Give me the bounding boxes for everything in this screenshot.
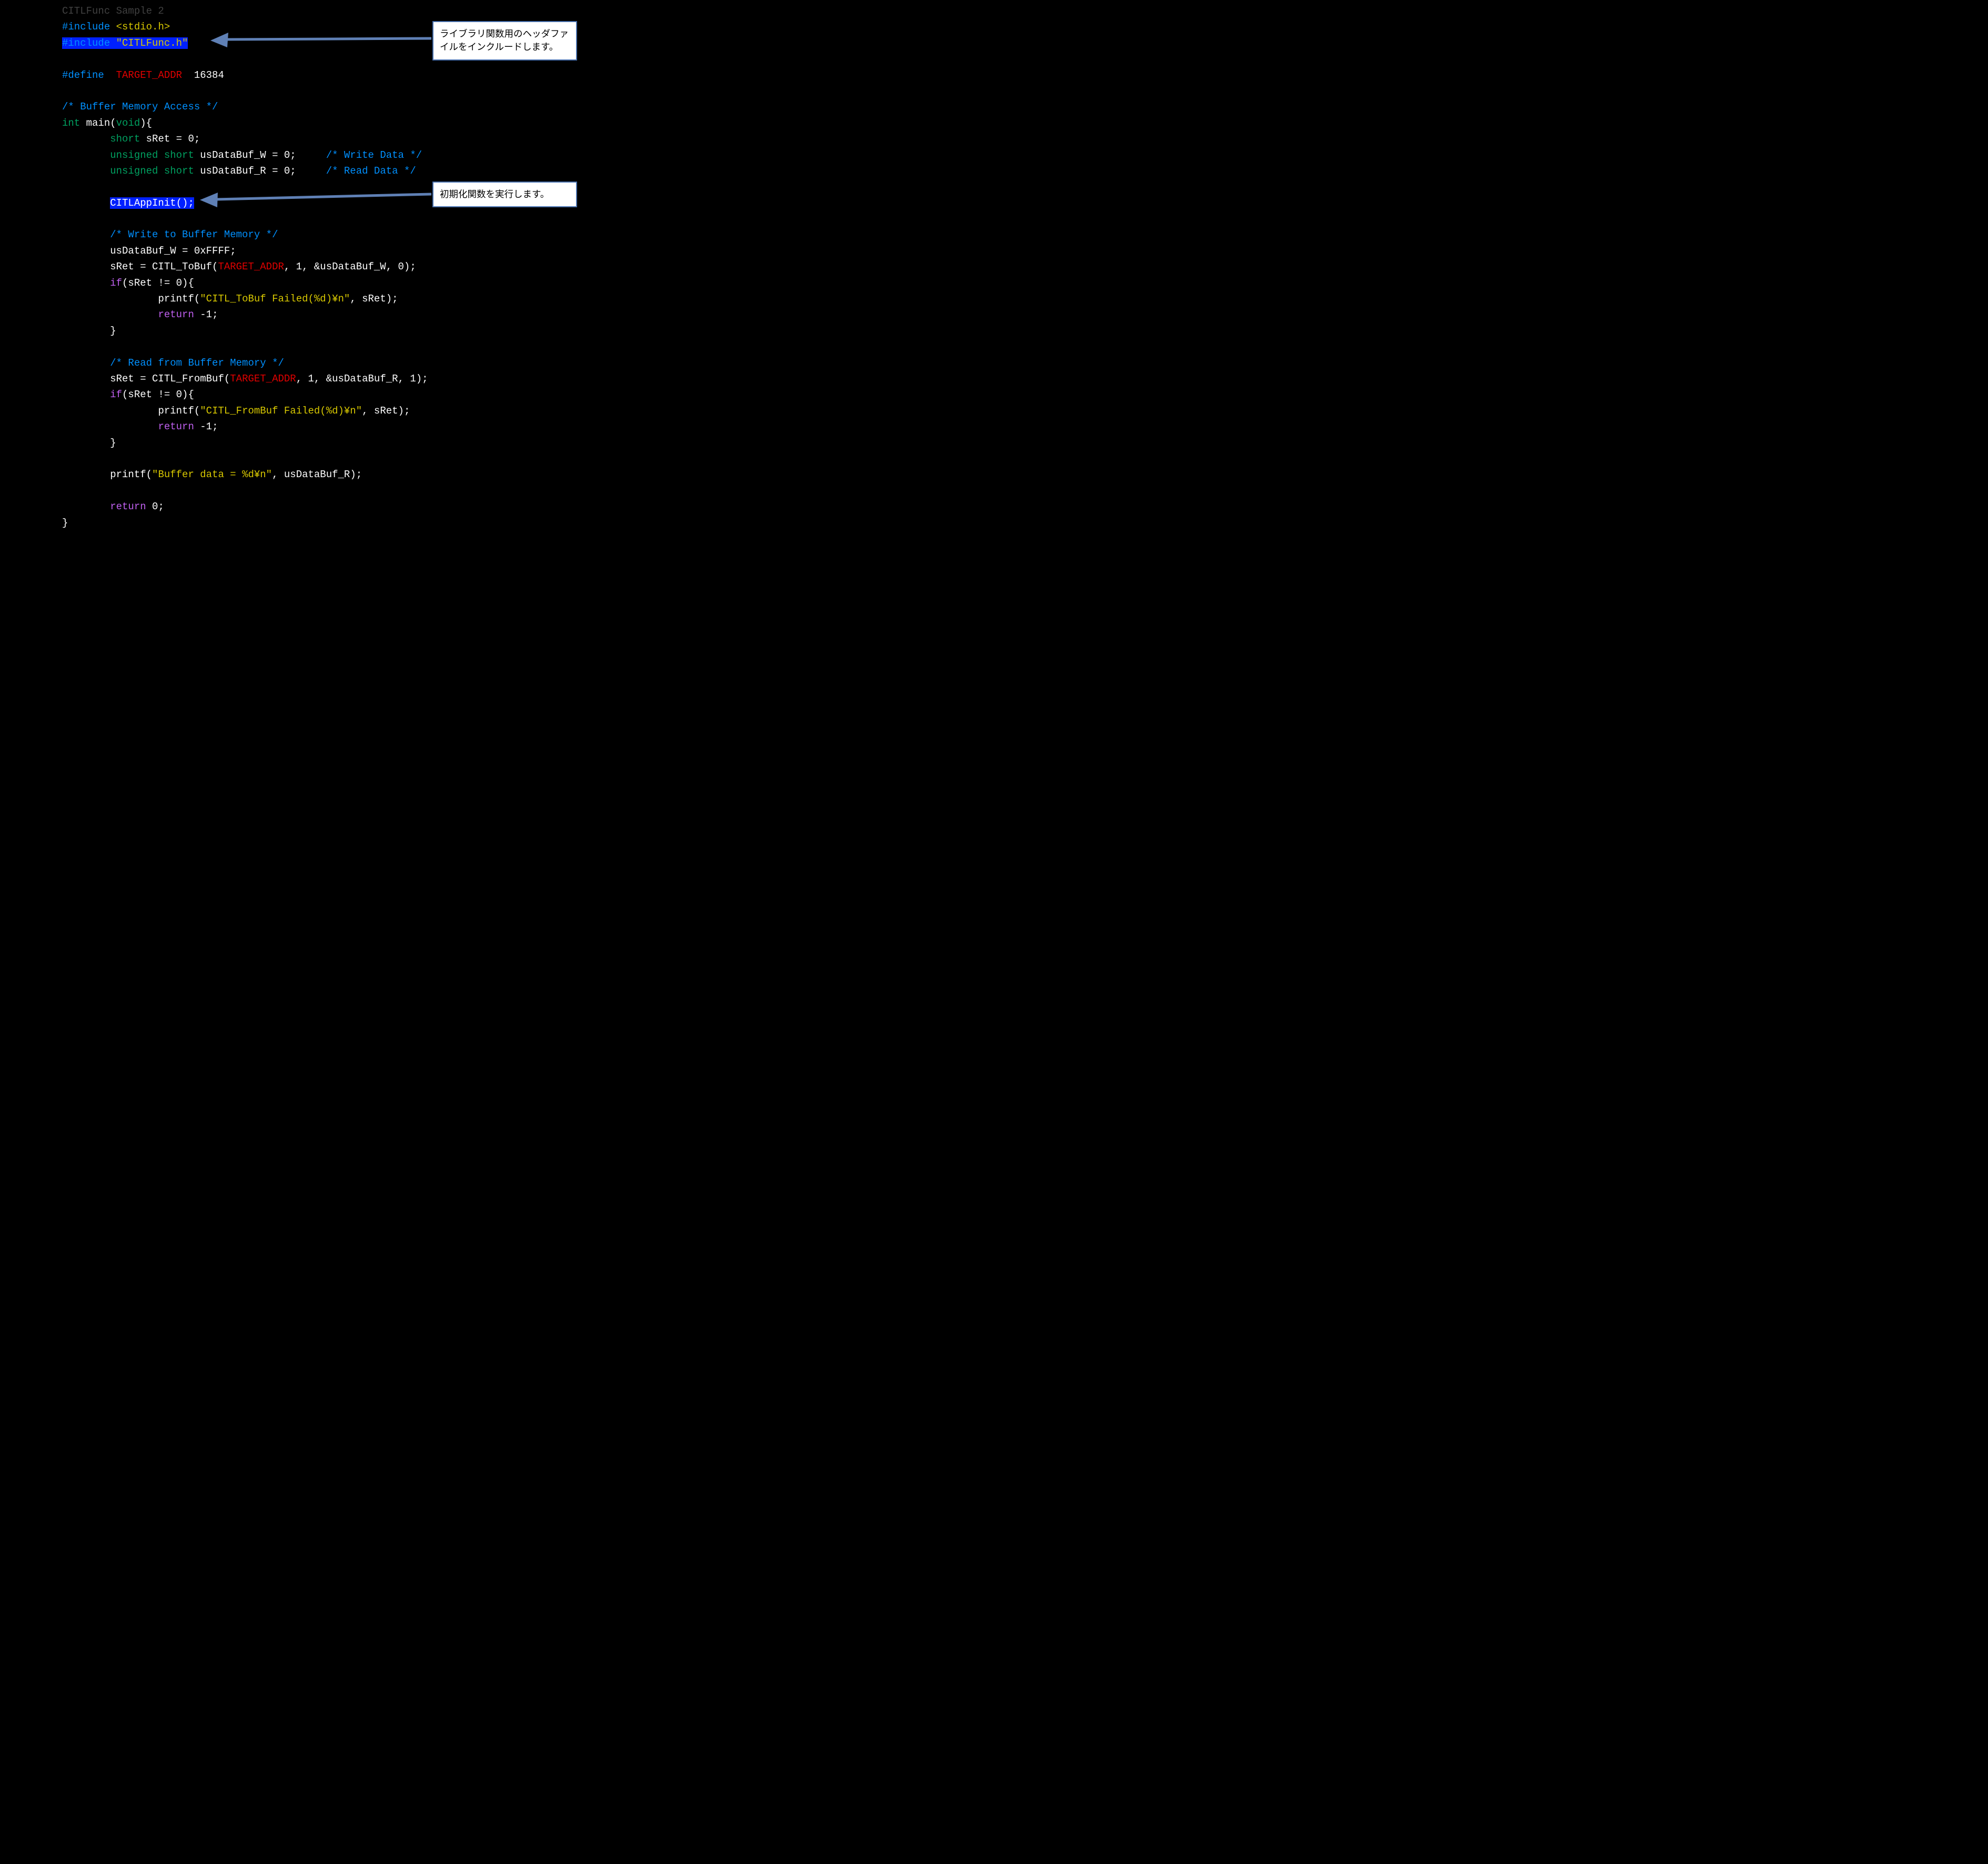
brace-close-1: } [110, 325, 116, 337]
kw-short-3: short [164, 165, 194, 177]
kw-unsigned-2: unsigned [110, 165, 158, 177]
tobuf-a: sRet = CITL_ToBuf( [110, 261, 218, 273]
printf-frombuf-b: , sRet); [362, 405, 410, 417]
comment-r: /* Read Data */ [326, 165, 416, 177]
printf-last-b: , usDataBuf_R); [272, 469, 362, 480]
ret-m1-2: -1; [194, 421, 218, 432]
printf-tobuf-b: , sRet); [350, 293, 398, 305]
tobuf-b: , 1, &usDataBuf_W, 0); [284, 261, 416, 273]
kw-short-1: short [110, 133, 140, 145]
define-name: TARGET_ADDR [116, 69, 182, 81]
printf-last-a: printf( [110, 469, 152, 480]
brace-close-3: } [62, 517, 68, 529]
include1-pre: #include [62, 21, 116, 33]
decl-sret: sRet = 0; [140, 133, 200, 145]
define-pre: #define [62, 69, 116, 81]
callout-header-include: ライブラリ関数用のヘッダファイルをインクルードします。 [432, 21, 577, 61]
brace-close-2: } [110, 437, 116, 449]
if-cond-1: (sRet != 0){ [122, 277, 194, 289]
printf-tobuf-str: "CITL_ToBuf Failed(%d)¥n" [200, 293, 350, 305]
assign-w: usDataBuf_W = 0xFFFF; [110, 245, 236, 257]
frombuf-b: , 1, &usDataBuf_R, 1); [296, 373, 428, 385]
comment-bma: /* Buffer Memory Access */ [62, 101, 218, 113]
tobuf-macro: TARGET_ADDR [218, 261, 284, 273]
printf-last-str: "Buffer data = %d¥n" [152, 469, 272, 480]
include1-hdr: <stdio.h> [116, 21, 170, 33]
define-val: 16384 [182, 69, 224, 81]
main-tail: ){ [140, 117, 152, 129]
printf-frombuf-a: printf( [158, 405, 200, 417]
main-name: main( [80, 117, 116, 129]
kw-short-2: short [164, 149, 194, 161]
call-init: CITLAppInit(); [110, 197, 194, 209]
code-listing: CITLFunc Sample 2 #include <stdio.h> #in… [62, 3, 428, 531]
decl-w: usDataBuf_W = 0; [194, 149, 326, 161]
kw-if-2: if [110, 389, 122, 400]
code-diagram: CITLFunc Sample 2 #include <stdio.h> #in… [0, 0, 594, 558]
frombuf-a: sRet = CITL_FromBuf( [110, 373, 230, 385]
frombuf-macro: TARGET_ADDR [230, 373, 296, 385]
if-cond-2: (sRet != 0){ [122, 389, 194, 400]
kw-unsigned-1: unsigned [110, 149, 158, 161]
kw-return-3: return [110, 501, 146, 512]
ret-0: 0; [146, 501, 164, 512]
kw-void: void [116, 117, 140, 129]
kw-return-1: return [158, 309, 194, 320]
callout-init-func: 初期化関数を実行します。 [432, 182, 577, 207]
ret-m1-1: -1; [194, 309, 218, 320]
printf-frombuf-str: "CITL_FromBuf Failed(%d)¥n" [200, 405, 362, 417]
comment-write: /* Write to Buffer Memory */ [110, 229, 278, 240]
decl-r: usDataBuf_R = 0; [194, 165, 326, 177]
comment-read: /* Read from Buffer Memory */ [110, 357, 284, 369]
kw-if-1: if [110, 277, 122, 289]
kw-int: int [62, 117, 80, 129]
code-title: CITLFunc Sample 2 [62, 5, 164, 17]
include2-line: #include "CITLFunc.h" [62, 37, 188, 49]
kw-return-2: return [158, 421, 194, 432]
printf-tobuf-a: printf( [158, 293, 200, 305]
comment-w: /* Write Data */ [326, 149, 422, 161]
